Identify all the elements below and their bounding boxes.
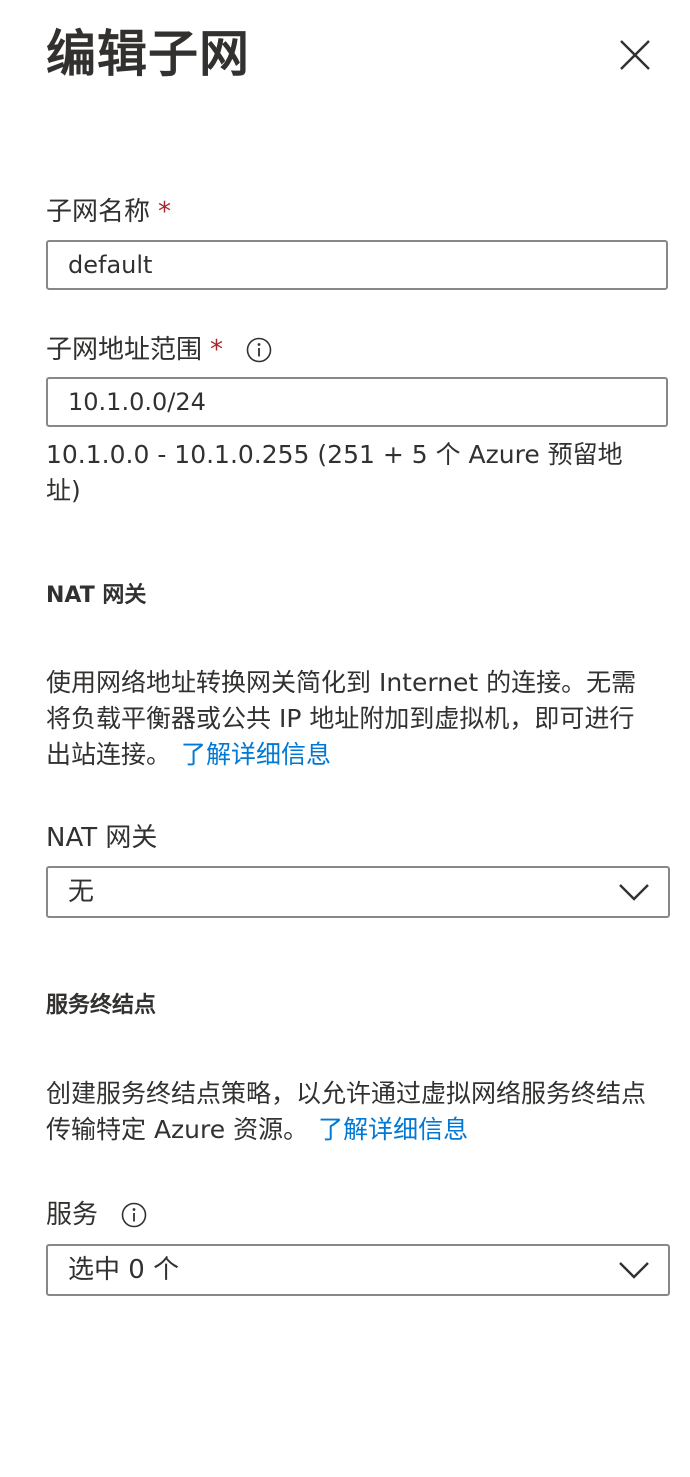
services-label: 服务 [46,1198,148,1232]
required-marker: * [158,197,172,227]
address-range-label-text: 子网地址范围 [46,335,203,365]
endpoints-learn-more-link[interactable]: 了解详细信息 [318,1115,468,1144]
address-range-label: 子网地址范围 * [46,333,273,367]
chevron-down-icon [619,884,649,901]
nat-description-text: 使用网络地址转换网关简化到 Internet 的连接。无需将负载平衡器或公共 I… [46,668,637,769]
close-icon [620,40,650,70]
close-button[interactable] [612,32,658,78]
services-selected-value: 选中 0 个 [68,1255,180,1285]
subnet-name-label-text: 子网名称 [46,197,151,227]
services-label-text: 服务 [46,1200,99,1230]
nat-gateway-selected-value: 无 [68,877,95,907]
info-icon[interactable] [245,336,273,364]
address-range-hint: 10.1.0.0 - 10.1.0.255 (251 + 5 个 Azure 预… [46,440,623,505]
edit-subnet-panel: 编辑子网 子网名称 * 子网地址范围 * 10.1.0.0 - 10.1.0.2… [0,0,690,1477]
required-marker: * [210,335,224,365]
nat-gateway-label: NAT 网关 [46,821,157,855]
nat-section-heading: NAT 网关 [46,583,147,608]
nat-gateway-dropdown[interactable]: 无 [46,866,670,918]
nat-section-description: 使用网络地址转换网关简化到 Internet 的连接。无需将负载平衡器或公共 I… [46,665,658,773]
subnet-name-label: 子网名称 * [46,195,171,229]
nat-learn-more-link[interactable]: 了解详细信息 [181,740,331,769]
address-range-input[interactable] [48,379,666,425]
endpoints-section-heading: 服务终结点 [46,993,157,1018]
subnet-name-field[interactable] [46,240,668,290]
chevron-down-icon [619,1262,649,1279]
info-icon[interactable] [120,1201,148,1229]
address-range-field[interactable] [46,377,668,427]
page-title: 编辑子网 [46,25,250,83]
services-dropdown[interactable]: 选中 0 个 [46,1244,670,1296]
subnet-name-input[interactable] [48,242,666,288]
nat-gateway-label-text: NAT 网关 [46,823,158,853]
endpoints-section-description: 创建服务终结点策略，以允许通过虚拟网络服务终结点传输特定 Azure 资源。 了解… [46,1076,658,1148]
